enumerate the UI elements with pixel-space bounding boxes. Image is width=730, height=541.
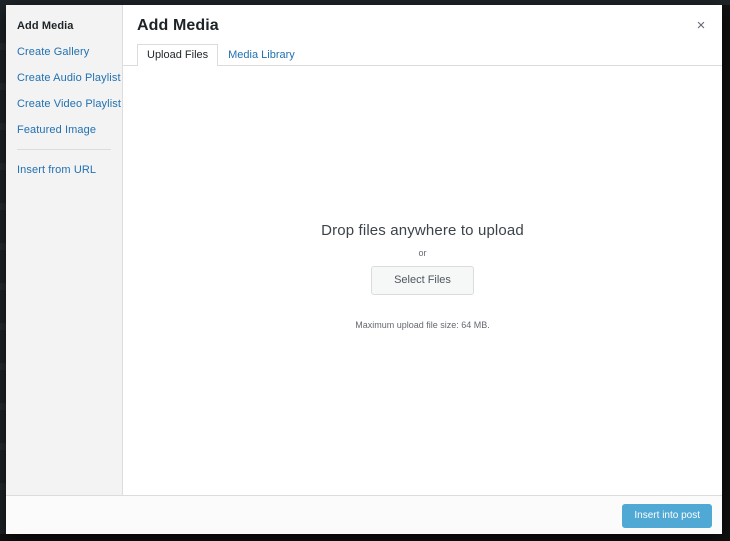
select-files-button[interactable]: Select Files [371,266,474,295]
insert-into-post-button[interactable]: Insert into post [622,504,712,528]
sidebar-item-create-gallery[interactable]: Create Gallery [6,43,122,62]
router-tabs: Upload Files Media Library [137,43,708,66]
drop-instructions: Drop files anywhere to upload [321,222,524,239]
close-icon[interactable]: × [690,15,712,37]
media-menu-sidebar: Add Media Create Gallery Create Audio Pl… [6,5,123,495]
tab-upload-files[interactable]: Upload Files [137,44,219,66]
page-title: Add Media [137,17,219,34]
add-media-modal: Add Media Create Gallery Create Audio Pl… [6,5,722,534]
frame-title-area: Add Media [123,5,722,36]
sidebar-item-add-media[interactable]: Add Media [6,17,122,36]
sidebar-item-create-video-playlist[interactable]: Create Video Playlist [6,95,122,114]
media-toolbar-footer: Insert into post [6,495,722,534]
sidebar-item-featured-image[interactable]: Featured Image [6,121,122,140]
sidebar-separator [17,149,111,150]
screen: Add Media Create Gallery Create Audio Pl… [0,0,730,541]
tab-media-library[interactable]: Media Library [218,44,305,66]
uploader-dropzone[interactable]: Drop files anywhere to upload or Select … [123,66,722,495]
max-upload-size-text: Maximum upload file size: 64 MB. [355,320,490,330]
media-frame: Add Media × Upload Files Media Library D… [123,5,722,495]
modal-body: Add Media Create Gallery Create Audio Pl… [6,5,722,495]
router-tabbar: Upload Files Media Library [123,43,722,66]
uploader-inline-content: Drop files anywhere to upload or Select … [123,221,722,331]
sidebar-item-create-audio-playlist[interactable]: Create Audio Playlist [6,69,122,88]
backdrop-bottom-edge [0,534,730,541]
backdrop-right-edge [722,5,730,541]
sidebar-item-insert-from-url[interactable]: Insert from URL [6,161,122,180]
drop-or-label: or [418,248,427,258]
